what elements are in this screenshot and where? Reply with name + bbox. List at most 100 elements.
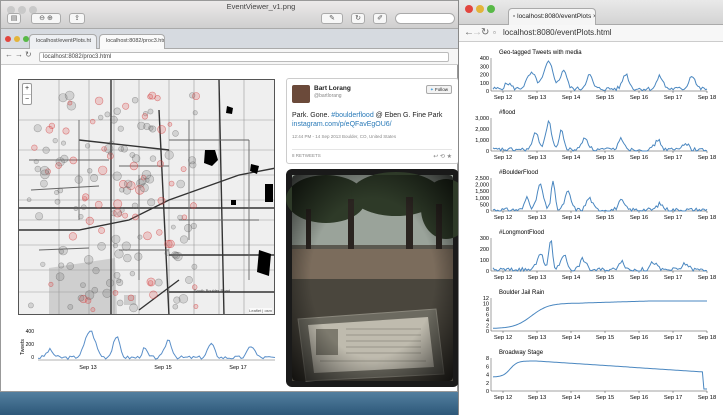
tweet-marker[interactable] xyxy=(81,204,87,210)
map-attribution[interactable]: Leaflet | osm xyxy=(249,308,272,313)
close-tab-icon[interactable]: × xyxy=(593,13,595,20)
tweet-marker[interactable] xyxy=(83,255,94,265)
avatar[interactable] xyxy=(292,85,310,103)
minimize-button[interactable] xyxy=(14,36,20,42)
tweet-marker[interactable] xyxy=(45,125,54,134)
back-icon[interactable]: ← xyxy=(5,50,13,59)
tweet-marker[interactable] xyxy=(147,280,154,286)
tweet-marker[interactable] xyxy=(69,156,78,165)
tweet-marker[interactable] xyxy=(101,146,107,152)
tweet-marker[interactable] xyxy=(143,231,152,241)
instagram-link[interactable]: instagram.com/p/eQFavEgOU6/ xyxy=(292,121,392,128)
tweet-marker[interactable] xyxy=(123,179,133,189)
tweet-marker[interactable] xyxy=(168,180,175,187)
event-plot[interactable]: #BoulderFlood 2,5002,0001,5001,0005000 Sep… xyxy=(475,170,716,221)
flood-map[interactable]: South Boulder Road + − Leaflet | osm xyxy=(18,79,275,315)
tweet-marker[interactable] xyxy=(33,159,39,165)
tweet-marker[interactable] xyxy=(40,165,50,176)
tweet-marker[interactable] xyxy=(78,214,84,220)
tweet-marker[interactable] xyxy=(118,146,124,152)
tweet-photo[interactable] xyxy=(286,169,459,387)
tweet-marker[interactable] xyxy=(119,207,125,213)
tweet-marker[interactable] xyxy=(31,144,38,151)
hashtag-link[interactable]: #boulderflood xyxy=(331,112,373,119)
rotate-icon[interactable]: ↻ xyxy=(351,13,365,24)
tweet-marker[interactable] xyxy=(27,302,34,309)
tweet-marker[interactable] xyxy=(181,214,188,220)
tab-proc3[interactable]: localhost:8082/proc3.html xyxy=(99,34,165,49)
tab-event-plots[interactable]: localhost/eventPlots.ht xyxy=(29,34,97,49)
tweet-marker[interactable] xyxy=(66,262,75,270)
tweet-marker[interactable] xyxy=(144,177,150,183)
tweet-marker[interactable] xyxy=(123,253,132,263)
tweet-marker[interactable] xyxy=(89,118,96,125)
tweet-marker[interactable] xyxy=(154,278,163,287)
tweet-marker[interactable] xyxy=(141,113,148,120)
tweet-marker[interactable] xyxy=(26,197,32,202)
tweet-marker[interactable] xyxy=(60,154,69,163)
tweet-marker[interactable] xyxy=(84,290,95,300)
tweet-marker[interactable] xyxy=(172,303,179,310)
search-field[interactable] xyxy=(395,13,455,24)
tweet-marker[interactable] xyxy=(177,214,183,221)
tweet-marker[interactable] xyxy=(98,227,105,234)
tweet-marker[interactable] xyxy=(188,156,197,165)
tweet-marker[interactable] xyxy=(119,187,125,193)
tweet-marker[interactable] xyxy=(156,229,163,236)
tweet-marker[interactable] xyxy=(172,130,179,137)
tweet-marker[interactable] xyxy=(85,216,94,225)
tweet-marker[interactable] xyxy=(116,278,122,284)
tweet-marker[interactable] xyxy=(97,114,104,121)
zoom-in-button[interactable]: + xyxy=(23,84,31,94)
tweet-marker[interactable] xyxy=(34,165,41,173)
tweet-marker[interactable] xyxy=(62,127,70,135)
tweet-marker[interactable] xyxy=(112,171,122,181)
tweet-marker[interactable] xyxy=(156,160,164,168)
tweet-marker[interactable] xyxy=(97,242,106,251)
tweet-marker[interactable] xyxy=(149,290,158,300)
tweet-marker[interactable] xyxy=(58,245,68,256)
tweet-marker[interactable] xyxy=(80,282,86,288)
tweet-marker[interactable] xyxy=(157,125,166,134)
tweet-marker[interactable] xyxy=(39,179,48,188)
tweet-marker[interactable] xyxy=(90,307,96,313)
sidebar-icon[interactable]: ▤ xyxy=(7,13,21,24)
reload-icon[interactable]: ↻ xyxy=(25,50,32,59)
tweet-marker[interactable] xyxy=(58,93,68,103)
tweet-marker[interactable] xyxy=(148,91,157,100)
tweet-marker[interactable] xyxy=(90,174,99,183)
tweet-marker[interactable] xyxy=(193,304,199,309)
tweet-author[interactable]: Bart Lorang xyxy=(314,85,351,92)
close-button[interactable] xyxy=(5,36,11,42)
tweet-marker[interactable] xyxy=(164,150,174,160)
tweet-marker[interactable] xyxy=(185,276,193,284)
tweet-marker[interactable] xyxy=(112,290,119,296)
tweet-marker[interactable] xyxy=(77,294,85,302)
tweet-marker[interactable] xyxy=(170,224,176,230)
share-icon[interactable]: ⇪ xyxy=(69,13,85,24)
tweet-action-icons[interactable]: ↩ ⟲ ★ xyxy=(433,153,452,160)
tweet-marker[interactable] xyxy=(74,175,83,184)
event-plot[interactable]: #LongmontFlood 300 200 100 0 Sep 12 Sep 13 Sep … xyxy=(480,230,716,281)
tweet-marker[interactable] xyxy=(131,97,139,104)
tweet-marker[interactable] xyxy=(82,196,88,202)
tweet-volume-chart[interactable]: Tweets 400 200 0 Sep 13 Sep 15 Sep 17 xyxy=(18,325,276,375)
zoom-button[interactable] xyxy=(487,5,495,13)
event-plot[interactable]: #flood 3,000 2,000 1,000 0 Sep 12 Sep 13 Sep 14… xyxy=(475,110,716,161)
tweet-marker[interactable] xyxy=(94,96,104,106)
tweet-marker[interactable] xyxy=(105,278,115,288)
event-plot[interactable]: Boulder Jail Rain121086420Sep 12 Sep 13 Se… xyxy=(483,290,716,341)
tweet-marker[interactable] xyxy=(113,271,121,279)
tweet-marker[interactable] xyxy=(98,165,108,175)
tweet-marker[interactable] xyxy=(173,296,181,304)
tweet-marker[interactable] xyxy=(113,107,121,115)
zoom-out-button[interactable]: − xyxy=(23,94,31,105)
tweet-marker[interactable] xyxy=(149,155,157,162)
tweet-marker[interactable] xyxy=(129,303,138,313)
tweet-marker[interactable] xyxy=(129,270,136,277)
tweet-marker[interactable] xyxy=(86,168,93,174)
tweet-marker[interactable] xyxy=(167,122,173,127)
tab-event-plots[interactable]: ▫ localhost:8080/eventPlots × xyxy=(508,8,596,25)
tweet-marker[interactable] xyxy=(54,198,61,205)
tweet-marker[interactable] xyxy=(33,124,42,133)
